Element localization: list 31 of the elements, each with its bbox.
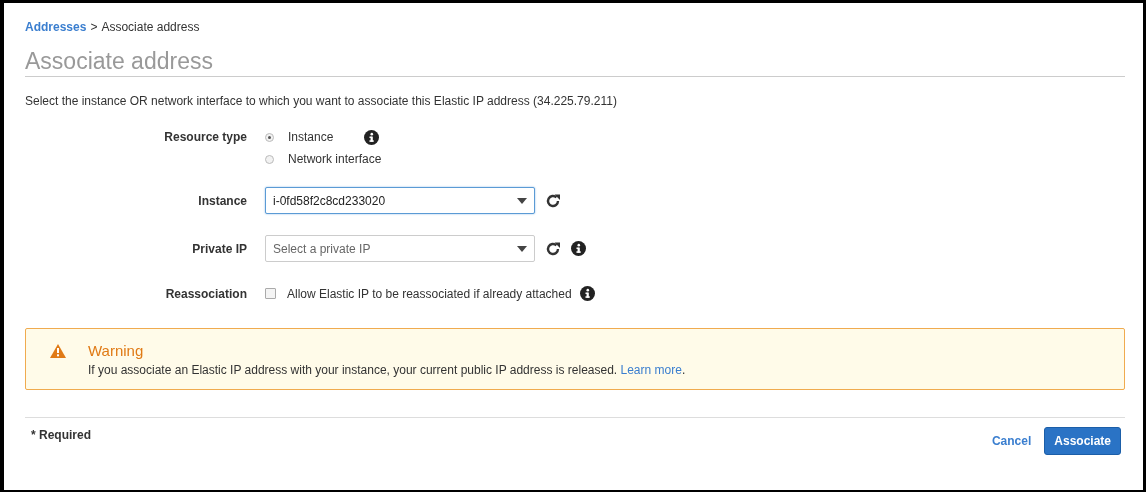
page-title: Associate address <box>25 48 1125 77</box>
breadcrumb-link[interactable]: Addresses <box>25 20 87 34</box>
warning-title: Warning <box>88 343 145 359</box>
refresh-icon[interactable] <box>545 240 561 257</box>
field-label: Resource type <box>163 129 247 146</box>
breadcrumb-current: Associate address <box>101 20 200 34</box>
field-label: Instance <box>197 193 247 208</box>
refresh-icon[interactable] <box>545 192 561 209</box>
field-label: Private IP <box>191 241 247 256</box>
breadcrumb-separator: > <box>90 20 98 34</box>
radio-button[interactable] <box>265 154 274 164</box>
checkbox[interactable] <box>265 288 276 299</box>
warning-icon <box>50 344 66 358</box>
private-ip-select[interactable]: Select a private IP <box>265 235 535 262</box>
instance-select[interactable]: i-0fd58f2c8cd233020 <box>265 187 535 214</box>
warning-message: If you associate an Elastic IP address with your instance, your current public IP address is released. Learn more. <box>88 363 686 377</box>
info-icon[interactable] <box>571 241 586 256</box>
field-label: Reassociation <box>164 286 247 301</box>
checkbox-label: Allow Elastic IP to be reassociated if already attached <box>287 286 572 301</box>
radio-label: Instance <box>288 130 334 144</box>
radio-label: Network interface <box>288 152 382 166</box>
caret-icon <box>517 246 527 252</box>
associate-button[interactable]: Associate <box>1044 427 1121 455</box>
radio-button[interactable] <box>265 132 274 142</box>
caret-icon <box>517 198 527 204</box>
info-icon[interactable] <box>579 286 595 301</box>
info-icon[interactable] <box>364 129 380 145</box>
required-note: * Required <box>31 428 91 444</box>
cancel-link[interactable]: Cancel <box>991 434 1032 448</box>
learn-more-link[interactable]: Learn more <box>620 363 682 377</box>
description-text: Select the instance OR network interface to which you want to associate this Elastic IP address (34.225.79.211) <box>25 94 618 108</box>
